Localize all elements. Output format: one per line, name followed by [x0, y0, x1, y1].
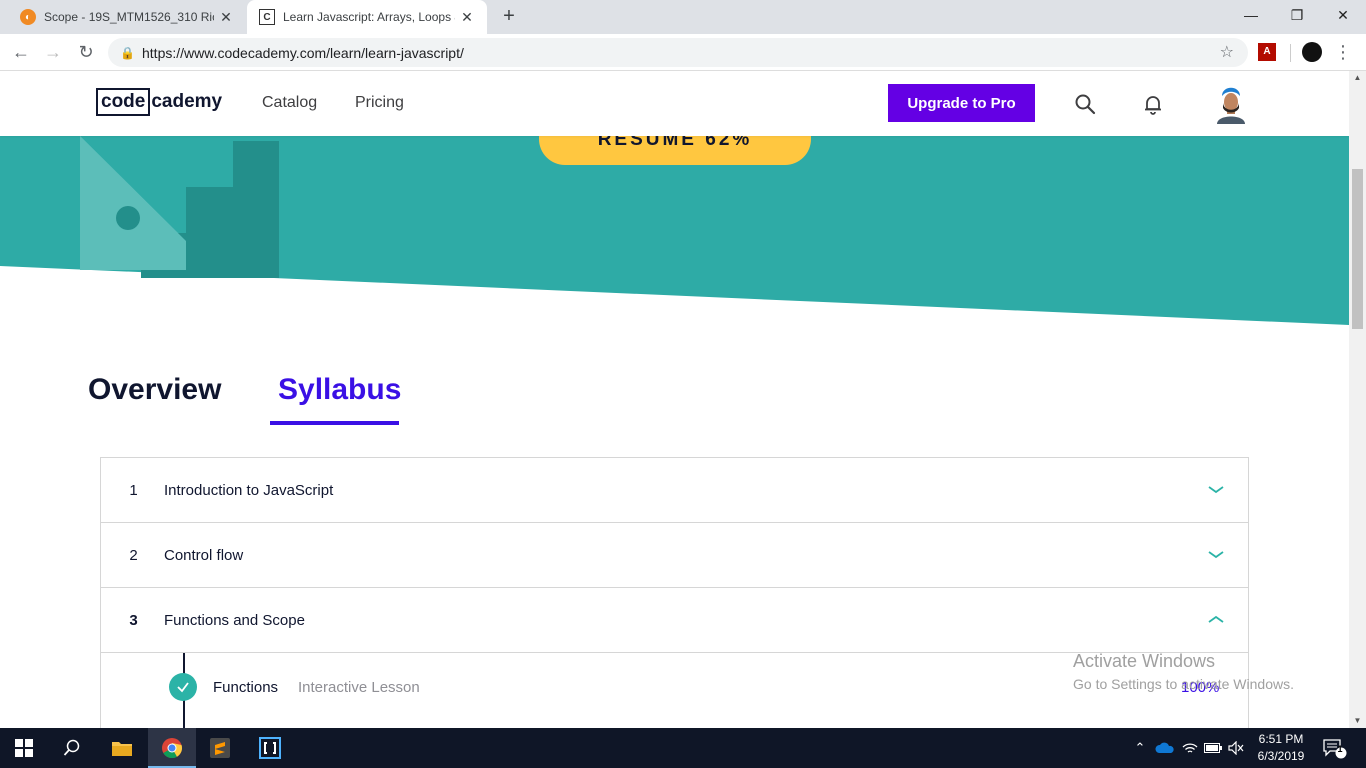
chevron-down-icon[interactable]	[1206, 480, 1226, 500]
forward-button[interactable]: →	[41, 40, 65, 64]
upgrade-to-pro-button[interactable]: Upgrade to Pro	[888, 84, 1035, 122]
windows-taskbar: ⌃ 6:51 PM 6/3/2019 1	[0, 728, 1366, 768]
nav-catalog[interactable]: Catalog	[262, 94, 317, 112]
toolbar-divider	[1290, 44, 1291, 62]
scroll-down-arrow-icon[interactable]: ▼	[1349, 714, 1366, 728]
user-avatar[interactable]	[1212, 82, 1250, 124]
restore-button[interactable]: ❐	[1274, 0, 1320, 30]
tab-overview[interactable]: Overview	[88, 373, 221, 407]
volume-muted-icon[interactable]	[1226, 728, 1246, 768]
browser-menu-icon[interactable]: ⋮	[1334, 41, 1352, 65]
close-window-button[interactable]: ✕	[1320, 0, 1366, 30]
logo-rest-text: cademy	[151, 91, 223, 112]
bell-icon[interactable]	[1141, 92, 1165, 116]
folder-icon	[112, 742, 132, 756]
syllabus-list: 1 Introduction to JavaScript 2 Control f…	[100, 457, 1249, 728]
search-icon[interactable]	[1073, 92, 1097, 116]
page-scrollbar[interactable]: ▲ ▼	[1349, 71, 1366, 728]
browser-tab-strip: ◐ Scope - 19S_MTM1526_310 Rich ✕ C Learn…	[0, 0, 1366, 34]
sublime-text-icon	[210, 738, 230, 758]
start-button[interactable]	[0, 728, 48, 768]
tab-title: Scope - 19S_MTM1526_310 Rich	[44, 10, 214, 24]
unit-title: Functions and Scope	[164, 611, 305, 629]
battery-icon[interactable]	[1203, 728, 1223, 768]
active-tab-indicator	[270, 421, 399, 425]
codecademy-logo[interactable]: code cademy	[96, 88, 222, 116]
unit-number: 2	[129, 546, 138, 564]
action-center-button[interactable]: 1	[1320, 728, 1350, 768]
show-hidden-icons-chevron-up-icon[interactable]: ⌃	[1132, 728, 1148, 768]
wifi-icon[interactable]	[1180, 728, 1200, 768]
chevron-up-icon[interactable]	[1206, 610, 1226, 630]
new-tab-button[interactable]: +	[498, 6, 520, 28]
unit-lessons: Functions Interactive Lesson 100%	[101, 653, 1248, 728]
unit-number: 3	[129, 611, 138, 629]
reload-button[interactable]: ↻	[74, 40, 98, 64]
search-icon	[63, 739, 80, 756]
scope-favicon-icon: ◐	[20, 9, 36, 25]
minimize-button[interactable]: —	[1228, 0, 1274, 30]
syllabus-unit[interactable]: 1 Introduction to JavaScript	[101, 458, 1248, 523]
unit-number: 1	[129, 481, 138, 499]
browser-tab-scope[interactable]: ◐ Scope - 19S_MTM1526_310 Rich ✕	[8, 0, 246, 34]
browser-tab-codecademy[interactable]: C Learn Javascript: Arrays, Loops & ✕	[247, 0, 487, 34]
scrollbar-thumb[interactable]	[1352, 169, 1363, 329]
codecademy-favicon-icon: C	[259, 9, 275, 25]
file-explorer-button[interactable]	[98, 728, 146, 768]
system-clock[interactable]: 6:51 PM 6/3/2019	[1256, 731, 1306, 765]
lock-icon: 🔒	[120, 45, 135, 60]
app-taskbar-button[interactable]	[246, 728, 294, 768]
scroll-up-arrow-icon[interactable]: ▲	[1349, 71, 1366, 85]
chrome-icon	[162, 738, 182, 759]
browser-toolbar: ← → ↻ 🔒 https://www.codecademy.com/learn…	[0, 34, 1366, 71]
tab-title: Learn Javascript: Arrays, Loops &	[283, 10, 455, 24]
pdf-extension-icon[interactable]: A	[1258, 43, 1276, 61]
url-text: https://www.codecademy.com/learn/learn-j…	[142, 44, 464, 61]
lesson-title[interactable]: Functions	[213, 679, 278, 696]
clock-time: 6:51 PM	[1258, 732, 1304, 746]
search-taskbar-button[interactable]	[48, 728, 96, 768]
address-bar[interactable]: 🔒 https://www.codecademy.com/learn/learn…	[108, 38, 1248, 67]
bookmark-star-icon[interactable]: ☆	[1220, 42, 1234, 62]
back-button[interactable]: ←	[9, 40, 33, 64]
notification-count-badge: 1	[1337, 744, 1343, 754]
close-tab-icon[interactable]: ✕	[218, 9, 234, 26]
tab-syllabus[interactable]: Syllabus	[278, 373, 401, 407]
unit-title: Control flow	[164, 546, 244, 564]
onedrive-icon[interactable]	[1154, 728, 1176, 768]
profile-avatar[interactable]	[1302, 42, 1322, 62]
check-icon	[169, 673, 197, 701]
close-tab-icon[interactable]: ✕	[459, 9, 475, 26]
chevron-down-icon[interactable]	[1206, 545, 1226, 565]
unit-title: Introduction to JavaScript	[164, 481, 334, 499]
windows-logo-icon	[15, 739, 33, 757]
page-viewport: RESUME 62% code cademy Catalog Pricing Up…	[0, 71, 1349, 728]
bracket-app-icon	[259, 737, 281, 759]
nav-pricing[interactable]: Pricing	[355, 94, 404, 112]
sublime-taskbar-button[interactable]	[196, 728, 244, 768]
logo-box-text: code	[96, 88, 151, 116]
chrome-taskbar-button[interactable]	[148, 728, 196, 768]
syllabus-unit[interactable]: 3 Functions and Scope	[101, 588, 1248, 653]
syllabus-unit[interactable]: 2 Control flow	[101, 523, 1248, 588]
lesson-type: Interactive Lesson	[298, 679, 420, 696]
clock-date: 6/3/2019	[1257, 749, 1305, 763]
site-header: code cademy Catalog Pricing Upgrade to Pr…	[0, 71, 1349, 136]
lesson-progress: 100%	[1181, 679, 1220, 696]
